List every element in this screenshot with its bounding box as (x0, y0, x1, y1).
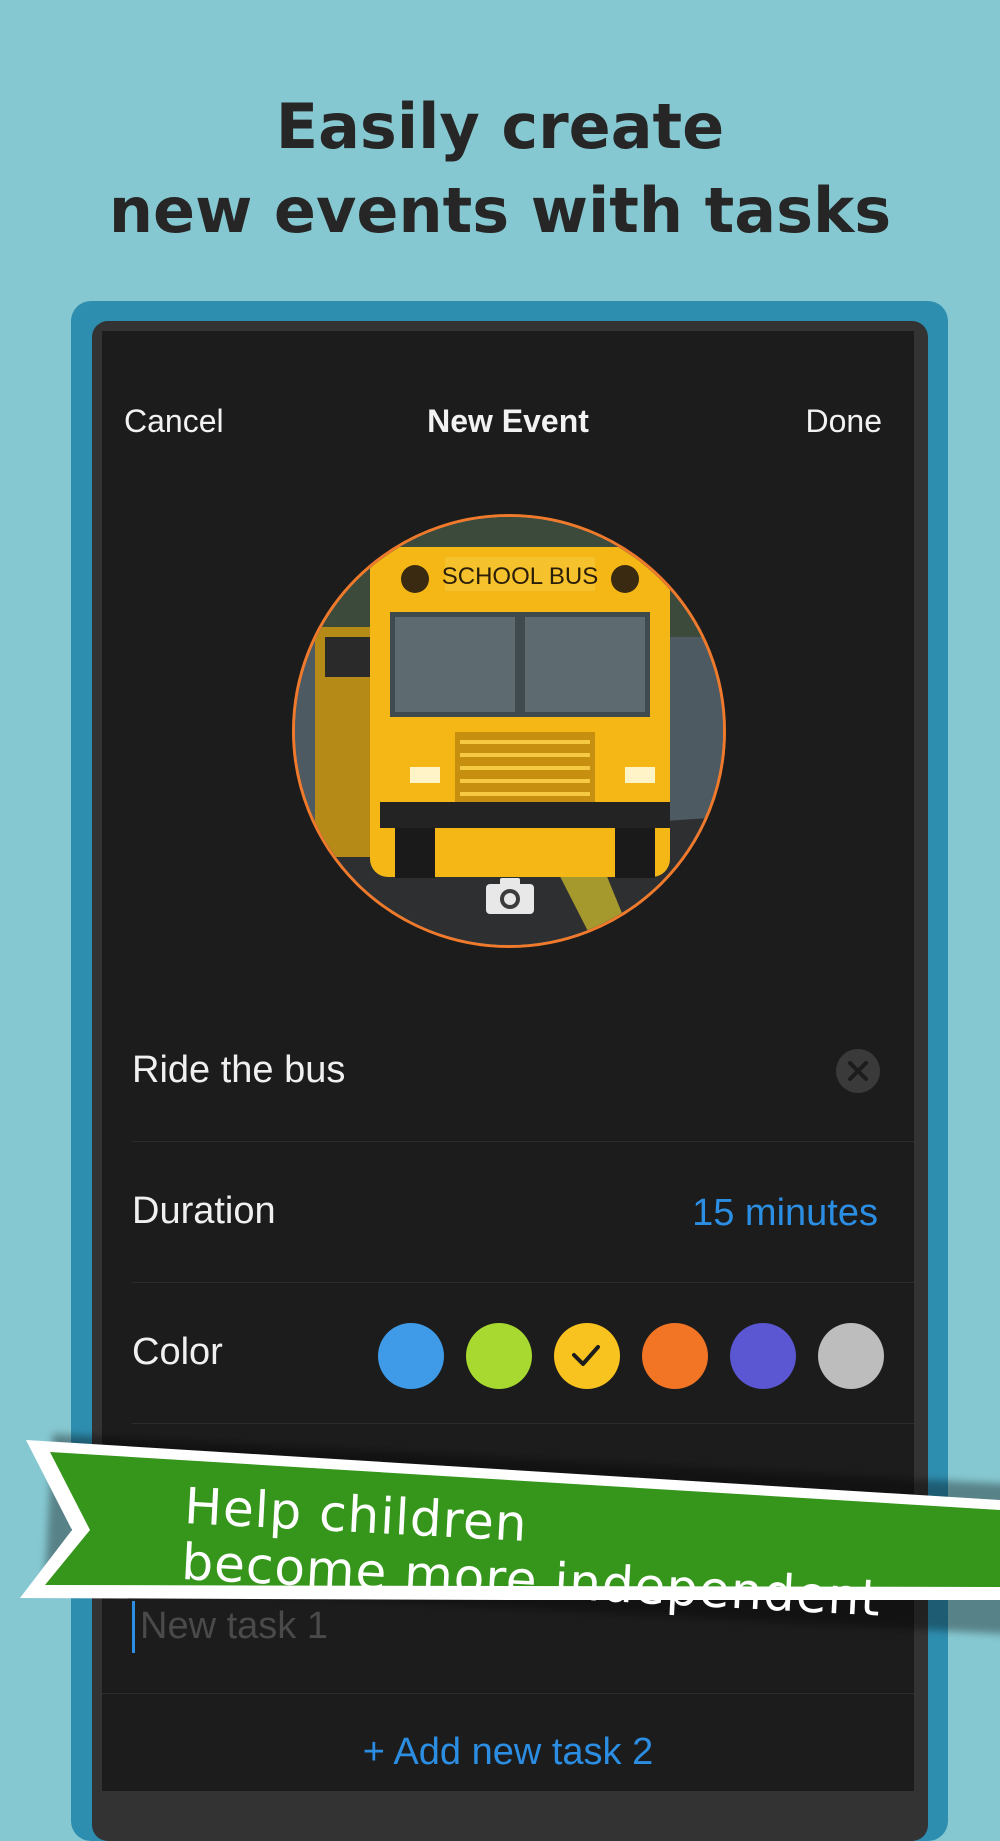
color-row: Color (132, 1283, 914, 1424)
checkmark-icon (572, 1345, 600, 1366)
headline-line-2: new events with tasks (108, 174, 892, 247)
add-task-button[interactable]: + Add new task 2 (102, 1731, 914, 1774)
duration-row[interactable]: Duration 15 minutes (132, 1142, 914, 1283)
color-label: Color (132, 1331, 223, 1373)
color-swatch-orange[interactable] (642, 1323, 708, 1389)
nav-bar: Cancel New Event Done (102, 391, 914, 451)
add-task-label: Add new task 2 (393, 1731, 654, 1773)
duration-label: Duration (132, 1190, 276, 1232)
color-swatch-blue[interactable] (378, 1323, 444, 1389)
done-button[interactable]: Done (806, 403, 883, 440)
headline-line-1: Easily create (275, 90, 725, 163)
close-icon (848, 1061, 868, 1081)
headline: Easily create new events with tasks (0, 85, 1000, 253)
new-task-placeholder: New task 1 (140, 1605, 328, 1647)
text-caret (132, 1601, 135, 1653)
camera-icon[interactable] (484, 876, 536, 916)
color-swatch-purple[interactable] (730, 1323, 796, 1389)
bus-sign-text: SCHOOL BUS (442, 563, 598, 590)
color-swatch-green[interactable] (466, 1323, 532, 1389)
duration-value[interactable]: 15 minutes (692, 1192, 878, 1235)
color-swatch-yellow[interactable] (554, 1323, 620, 1389)
plus-icon: + (362, 1731, 394, 1773)
color-swatch-gray[interactable] (818, 1323, 884, 1389)
nav-title: New Event (427, 403, 589, 439)
event-name-row[interactable]: Ride the bus (132, 1001, 914, 1142)
event-name-field[interactable]: Ride the bus (132, 1049, 345, 1092)
divider (102, 1693, 914, 1694)
clear-button[interactable] (836, 1049, 880, 1093)
